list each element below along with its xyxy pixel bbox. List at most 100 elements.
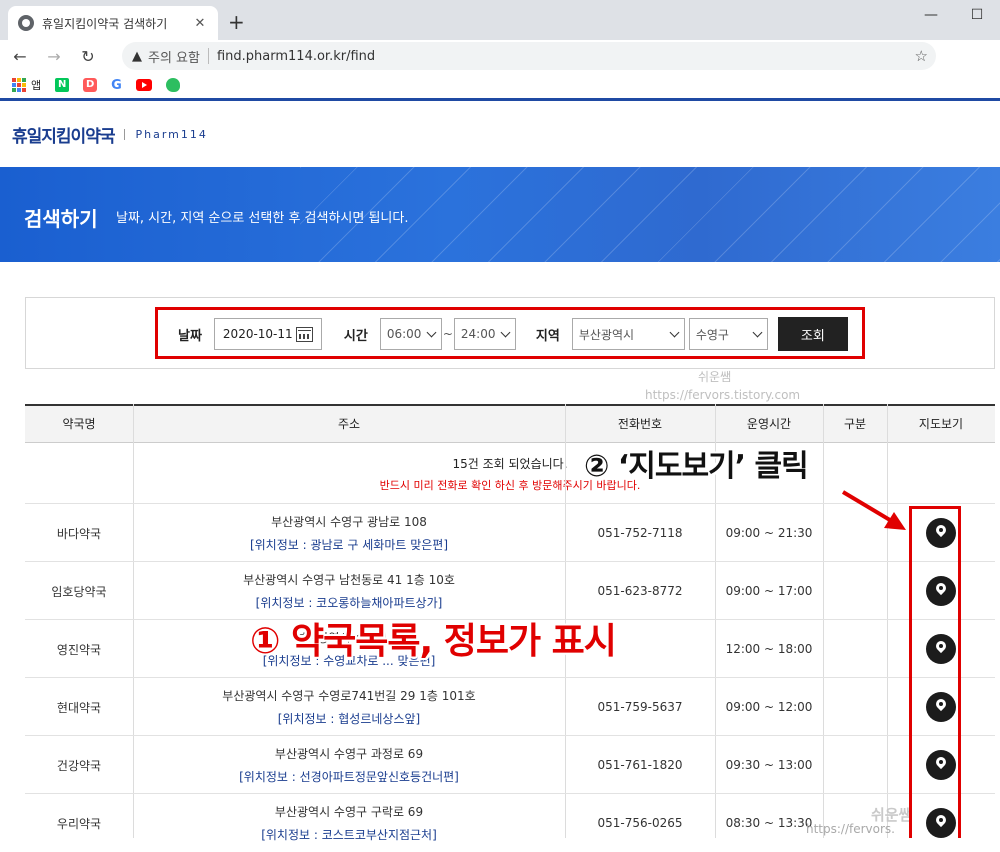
pharmacy-location: [위치정보 : 코오롱하늘채아파트상가] (255, 596, 443, 610)
bookmark-google[interactable]: G (111, 78, 122, 93)
bookmark-youtube[interactable] (135, 79, 152, 91)
pharmacy-name: 임호당약국 (51, 584, 107, 599)
close-tab-icon[interactable]: ✕ (192, 16, 208, 31)
region-label: 지역 (535, 328, 560, 344)
daum-icon: D (83, 78, 98, 92)
time-separator: ~ (442, 327, 453, 341)
browser-tab[interactable]: 휴일지킴이약국 검색하기 ✕ (8, 6, 218, 40)
table-row: 건강약국 부산광역시 수영구 과정로 69 [위치정보 : 선경아파트정문앞신호… (25, 735, 995, 793)
new-tab-button[interactable]: + (228, 10, 245, 34)
omnibox-divider (207, 48, 209, 64)
pharmacy-name: 우리약국 (56, 816, 102, 831)
bookmark-apps[interactable]: 앱 (12, 77, 41, 93)
date-input[interactable]: 2020-10-11 (213, 318, 322, 350)
result-notice: 반드시 미리 전화로 확인 하신 후 방문해주시기 바랍니다. (379, 479, 641, 492)
col-name: 약국명 (62, 417, 96, 431)
naver-icon: N (55, 78, 70, 92)
warning-icon: ▲ (132, 48, 142, 64)
bookmark-apps-label: 앱 (31, 79, 42, 92)
search-form: 날짜 2020-10-11 시간 06:00 ~ 24:00 지역 부산광역시 … (178, 317, 848, 351)
date-label: 날짜 (178, 328, 202, 344)
pharmacy-type (823, 620, 887, 678)
site-logo-sub: Pharm114 (135, 127, 208, 141)
pharmacy-address: 부산광역시 수영구 구락로 69 (274, 805, 424, 819)
tab-title: 휴일지킴이약국 검색하기 (42, 16, 168, 31)
pharmacy-phone: 051-756-0265 (597, 816, 683, 830)
pharmacy-phone: 051-759-5637 (597, 700, 683, 714)
forward-arrow-icon[interactable]: → (40, 47, 68, 66)
maximize-icon[interactable]: ☐ (954, 0, 1000, 30)
search-button[interactable]: 조회 (777, 317, 848, 351)
bookmark-naver[interactable]: N (55, 78, 70, 92)
site-logo[interactable]: 휴일지킴이약국 (12, 122, 115, 147)
pharmacy-address: 부산광역시 수영구 광남로 108 (271, 515, 427, 529)
globe-icon (18, 15, 34, 31)
table-row: 바다약국 부산광역시 수영구 광남로 108 [위치정보 : 광남로 구 세화마… (25, 503, 995, 561)
page-banner: 검색하기 날짜, 시간, 지역 순으로 선택한 후 검색하시면 됩니다. (0, 167, 1000, 262)
time-label: 시간 (343, 328, 368, 344)
chevron-down-icon (669, 327, 680, 337)
pharmacy-hours: 09:00 ~ 17:00 (725, 584, 813, 598)
minimize-icon[interactable]: — (908, 0, 954, 30)
table-header: 약국명 주소 전화번호 운영시간 구분 지도보기 (25, 404, 995, 443)
pharmacy-type (823, 504, 887, 562)
calendar-icon[interactable] (295, 326, 313, 342)
result-info: 15건 조회 되었습니다. 반드시 미리 전화로 확인 하신 후 방문해주시기 … (25, 443, 995, 503)
col-phone: 전화번호 (617, 417, 663, 431)
time-to-value: 24:00 (460, 327, 496, 341)
back-arrow-icon[interactable]: ← (6, 47, 34, 66)
pharmacy-phone: 051-761-1820 (597, 758, 683, 772)
date-value: 2020-10-11 (222, 327, 293, 341)
pharmacy-name: 현대약국 (56, 700, 102, 715)
pharmacy-type (823, 678, 887, 736)
pharmacy-name: 영진약국 (56, 642, 102, 657)
pharmacy-location: [위치정보 : 선경아파트정문앞신호등건너편] (239, 770, 459, 784)
reload-icon[interactable]: ↻ (74, 47, 102, 66)
chevron-down-icon (752, 327, 763, 337)
col-address: 주소 (337, 417, 361, 431)
pharmacy-phone: 051-752-7118 (597, 526, 683, 540)
city-select[interactable]: 부산광역시 (571, 318, 685, 350)
time-from-value: 06:00 (386, 327, 422, 341)
pharmacy-hours: 12:00 ~ 18:00 (725, 642, 813, 656)
youtube-icon (135, 79, 152, 91)
bookmark-star-icon[interactable]: ☆ (915, 47, 928, 65)
browser-tab-bar: 휴일지킴이약국 검색하기 ✕ + — ☐ (0, 0, 1000, 40)
watermark-url-bottom: https://fervors. (806, 822, 895, 836)
map-column-highlight (909, 506, 961, 838)
district-value: 수영구 (695, 327, 729, 342)
result-count: 15건 조회 되었습니다. (452, 457, 568, 471)
apps-grid-icon (12, 78, 26, 92)
pharmacy-address: 부산광역시 수영구 과정로 69 (274, 747, 424, 761)
time-from-select[interactable]: 06:00 (379, 318, 442, 350)
site-header: 휴일지킴이약국 Pharm114 (0, 101, 1000, 167)
chevron-down-icon (426, 327, 437, 337)
table-row: 임호당약국 부산광역시 수영구 남천동로 41 1층 10호 [위치정보 : 코… (25, 561, 995, 619)
evernote-icon (165, 78, 180, 92)
bookmarks-bar: 앱 N D G (0, 72, 1000, 98)
pharmacy-type (823, 562, 887, 620)
time-to-select[interactable]: 24:00 (453, 318, 516, 350)
pharmacy-address-cell: 부산광역시 수영구 과정로 69 [위치정보 : 선경아파트정문앞신호등건너편] (133, 736, 565, 794)
pharmacy-name: 바다약국 (56, 526, 102, 541)
annotation-step-1: ① 약국목록, 정보가 표시 (250, 621, 617, 662)
browser-toolbar: ← → ↻ ▲ 주의 요함 find.pharm114.or.kr/find ☆ (0, 40, 1000, 72)
district-select[interactable]: 수영구 (688, 318, 768, 350)
logo-divider (124, 128, 126, 140)
pharmacy-location: [위치정보 : 코스트코부산지점근처] (261, 828, 437, 842)
chevron-down-icon (500, 327, 511, 337)
url-text[interactable]: find.pharm114.or.kr/find (217, 49, 375, 64)
page-description: 날짜, 시간, 지역 순으로 선택한 후 검색하시면 됩니다. (116, 211, 409, 226)
bookmark-evernote[interactable] (165, 78, 180, 92)
address-bar[interactable]: ▲ 주의 요함 find.pharm114.or.kr/find ☆ (122, 42, 936, 70)
pharmacy-hours: 09:00 ~ 21:30 (725, 526, 813, 540)
city-value: 부산광역시 (578, 327, 635, 342)
annotation-step-2: ② ‘지도보기’ 클릭 (584, 449, 809, 484)
pharmacy-name: 건강약국 (56, 758, 102, 773)
window-controls: — ☐ (908, 0, 1000, 30)
bookmark-daum[interactable]: D (83, 78, 98, 92)
pharmacy-hours: 09:00 ~ 12:00 (725, 700, 813, 714)
pharmacy-address: 부산광역시 수영구 남천동로 41 1층 10호 (243, 573, 455, 587)
pharmacy-address: 부산광역시 수영구 수영로741번길 29 1층 101호 (222, 689, 476, 703)
pharmacy-hours: 09:30 ~ 13:00 (725, 758, 813, 772)
